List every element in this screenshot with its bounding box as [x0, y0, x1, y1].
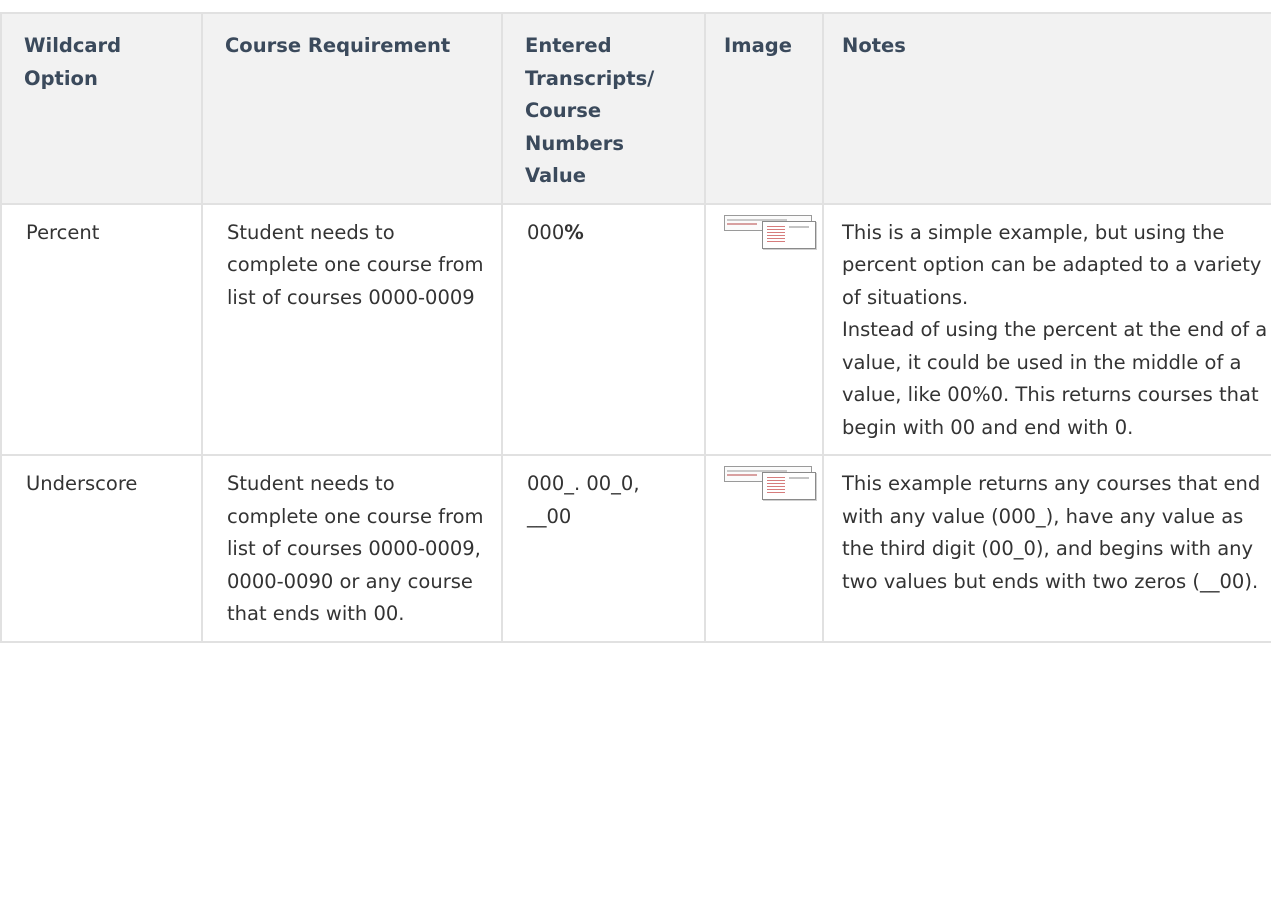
notes-paragraph: Instead of using the percent at the end …: [842, 318, 1268, 439]
cell-value: 000%: [501, 202, 706, 456]
screenshot-thumbnail-icon[interactable]: [724, 214, 816, 249]
table-row-percent: Percent Student needs to complete one co…: [0, 202, 1271, 456]
cell-image: [704, 454, 824, 643]
header-entered-value: Entered Transcripts/ Course Numbers Valu…: [501, 12, 706, 205]
table-header-row: Wildcard Option Course Requirement Enter…: [0, 12, 1271, 205]
cell-value: 000_. 00_0, __00: [501, 454, 706, 643]
table-row-underscore: Underscore Student needs to complete one…: [0, 454, 1271, 643]
notes-paragraph: This is a simple example, but using the …: [842, 220, 1262, 309]
cell-option: Underscore: [0, 454, 203, 643]
header-course-requirement: Course Requirement: [201, 12, 503, 205]
cell-image: [704, 202, 824, 456]
cell-requirement: Student needs to complete one course fro…: [201, 202, 503, 456]
header-notes: Notes: [822, 12, 1271, 205]
wildcard-options-table: Wildcard Option Course Requirement Enter…: [0, 12, 1271, 643]
header-wildcard-option: Wildcard Option: [0, 12, 203, 205]
screenshot-thumbnail-icon[interactable]: [724, 466, 816, 500]
header-image: Image: [704, 12, 824, 205]
value-prefix: 000: [527, 220, 565, 244]
cell-requirement: Student needs to complete one course fro…: [201, 454, 503, 643]
value-wildcard: %: [564, 220, 584, 244]
cell-option: Percent: [0, 202, 203, 456]
cell-notes: This example returns any courses that en…: [822, 454, 1271, 643]
cell-notes: This is a simple example, but using the …: [822, 202, 1271, 456]
